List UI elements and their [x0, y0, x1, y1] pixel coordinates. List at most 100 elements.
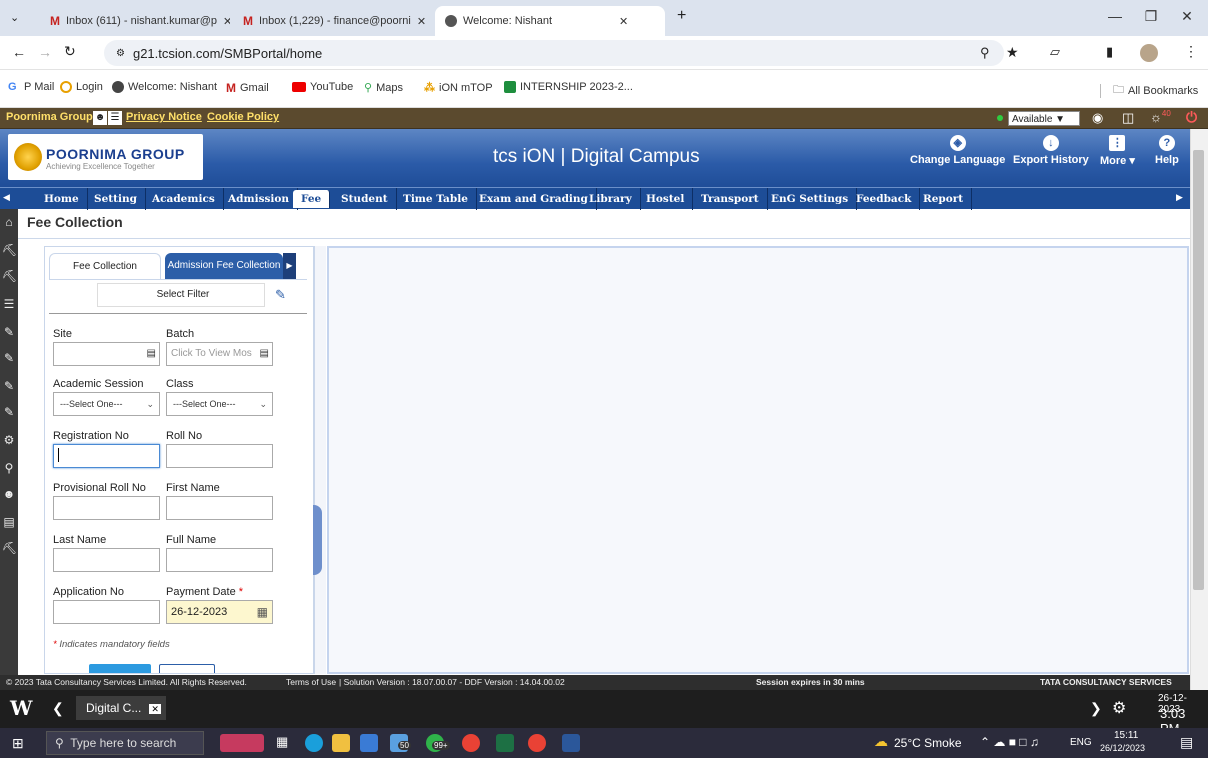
- restore-icon[interactable]: ❐: [1136, 8, 1166, 25]
- windows-start-icon[interactable]: ⊞: [12, 735, 24, 752]
- task-view-icon[interactable]: ▦: [276, 734, 288, 750]
- location-icon[interactable]: ⚲: [980, 45, 990, 61]
- site-input[interactable]: ▤: [53, 342, 160, 366]
- taskbar-search-box[interactable]: ⚲ Type here to search: [46, 731, 204, 755]
- academic-session-select[interactable]: ---Select One--- ⌄: [53, 392, 160, 416]
- roll-no-input[interactable]: [166, 444, 273, 468]
- lookup-icon[interactable]: ▤: [260, 343, 269, 365]
- provisional-roll-no-input[interactable]: [53, 496, 160, 520]
- fee-return-icon[interactable]: ⛏: [2, 269, 17, 283]
- fee-coins-icon[interactable]: ⛏: [2, 243, 17, 257]
- menu-time-table[interactable]: Time Table: [395, 188, 477, 210]
- notification-icon[interactable]: ☼40: [1150, 109, 1171, 124]
- tray-icons[interactable]: ⌃ ☁ ■ □ ♫: [980, 735, 1039, 749]
- minimize-icon[interactable]: —: [1100, 8, 1130, 24]
- collapse-handle[interactable]: [313, 505, 322, 575]
- address-bar[interactable]: ⚙ g21.tcsion.com/SMBPortal/home: [104, 40, 1004, 66]
- sidepanel-icon[interactable]: ▮: [1106, 44, 1113, 60]
- menu-student[interactable]: Student: [333, 188, 397, 210]
- batch-input[interactable]: Click To View Mos ▤: [166, 342, 273, 366]
- list-icon[interactable]: ☰: [108, 111, 122, 125]
- user-icon[interactable]: ☻: [93, 111, 107, 125]
- menu-hostel[interactable]: Hostel: [638, 188, 694, 210]
- menu-feedback[interactable]: Feedback: [848, 188, 921, 210]
- institution-logo[interactable]: POORNIMA GROUP Achieving Excellence Toge…: [8, 134, 203, 180]
- weather-text[interactable]: 25°C Smoke: [894, 736, 962, 750]
- fee-edit-icon[interactable]: ✎: [2, 325, 16, 339]
- bookmark-gmail[interactable]: M Gmail: [226, 81, 269, 95]
- menu-admission[interactable]: Admission: [220, 188, 299, 210]
- first-name-input[interactable]: [166, 496, 273, 520]
- close-icon[interactable]: ✕: [149, 704, 161, 714]
- bookmark-pmail[interactable]: G P Mail: [8, 81, 54, 93]
- registration-no-input[interactable]: [53, 444, 160, 468]
- file-explorer-icon[interactable]: [332, 734, 350, 752]
- edit-filter-icon[interactable]: ✎: [275, 287, 286, 303]
- panel-splitter[interactable]: [314, 246, 326, 674]
- fee-gear-icon[interactable]: ⚙: [2, 433, 16, 447]
- reload-icon[interactable]: ↻: [64, 43, 76, 60]
- browser-tab-inbox-2[interactable]: M Inbox (1,229) - finance@poorni ✕: [233, 6, 429, 36]
- clock-time[interactable]: 15:11: [1114, 730, 1138, 741]
- terms-link[interactable]: Terms of Use: [286, 675, 336, 690]
- menu-exam-and-grading[interactable]: Exam and Grading: [471, 188, 597, 210]
- notification-center-icon[interactable]: ▤: [1180, 734, 1193, 751]
- tab-admission-fee-collection[interactable]: Admission Fee Collection: [165, 253, 283, 279]
- fee-stack-icon[interactable]: ☰: [2, 297, 16, 311]
- class-select[interactable]: ---Select One--- ⌄: [166, 392, 273, 416]
- close-icon[interactable]: ✕: [619, 15, 628, 28]
- screen-icon[interactable]: ◫: [1122, 110, 1134, 126]
- edge-icon[interactable]: [305, 734, 323, 752]
- window-tab-digital-campus[interactable]: Digital C... ✕: [76, 696, 166, 720]
- close-icon[interactable]: ✕: [223, 15, 230, 28]
- menu-report[interactable]: Report: [915, 188, 973, 210]
- application-no-input[interactable]: [53, 600, 160, 624]
- calendar-icon[interactable]: ▦: [257, 601, 268, 623]
- back-icon[interactable]: ←: [12, 44, 26, 60]
- bookmark-youtube[interactable]: YouTube: [292, 81, 353, 93]
- language-indicator[interactable]: ENG: [1070, 737, 1092, 748]
- bookmark-maps[interactable]: ⚲ Maps: [364, 81, 403, 95]
- chrome-icon-2[interactable]: [528, 734, 546, 752]
- word-icon[interactable]: [562, 734, 580, 752]
- tab-fee-collection[interactable]: Fee Collection: [49, 253, 161, 279]
- close-icon[interactable]: ✕: [417, 15, 426, 28]
- menu-setting[interactable]: Setting: [86, 188, 146, 210]
- full-name-input[interactable]: [166, 548, 273, 572]
- search-button[interactable]: [89, 664, 151, 673]
- chrome-icon[interactable]: [462, 734, 480, 752]
- store-icon[interactable]: [360, 734, 378, 752]
- reset-button[interactable]: [159, 664, 215, 673]
- home-icon[interactable]: ⌂: [2, 215, 16, 229]
- tab-scroll-right-icon[interactable]: ▶: [283, 253, 296, 279]
- help-button[interactable]: ? Help: [1155, 135, 1179, 166]
- menu-home[interactable]: Home: [36, 188, 88, 210]
- payment-date-input[interactable]: 26-12-2023 ▦: [166, 600, 273, 624]
- new-tab-icon[interactable]: +: [677, 7, 686, 25]
- cookie-policy-link[interactable]: Cookie Policy: [207, 111, 279, 123]
- menu-academics[interactable]: Academics: [144, 188, 224, 210]
- change-language-button[interactable]: ◈ Change Language: [910, 135, 1005, 166]
- bookmark-login[interactable]: Login: [60, 81, 103, 93]
- extensions-icon[interactable]: ▱: [1050, 44, 1060, 60]
- all-bookmarks[interactable]: 🗀 All Bookmarks: [1100, 81, 1198, 100]
- camera-icon[interactable]: ◉: [1092, 110, 1103, 126]
- window-close-icon[interactable]: ✕: [1172, 8, 1202, 25]
- bookmark-welcome[interactable]: Welcome: Nishant: [112, 81, 217, 93]
- scrollbar-thumb[interactable]: [1193, 150, 1204, 590]
- menu-eng-settings[interactable]: EnG Settings: [763, 188, 858, 210]
- tab-list-icon[interactable]: ⌄: [10, 11, 19, 24]
- site-settings-icon[interactable]: ⚙: [116, 48, 125, 59]
- w-app-icon[interactable]: W: [10, 696, 32, 720]
- user-check-icon[interactable]: ⚲: [2, 461, 16, 475]
- lookup-icon[interactable]: ▤: [147, 343, 156, 365]
- menu-scroll-left-icon[interactable]: ◀: [3, 192, 10, 203]
- fee-edit-icon-2[interactable]: ✎: [2, 351, 16, 365]
- fee-edit-icon-4[interactable]: ✎: [2, 405, 16, 419]
- weather-icon[interactable]: ☁: [874, 733, 888, 750]
- bookmark-star-icon[interactable]: ★: [1006, 44, 1019, 61]
- excel-icon[interactable]: [496, 734, 514, 752]
- menu-library[interactable]: Library: [581, 188, 641, 210]
- coins-icon[interactable]: ⛏: [2, 541, 17, 555]
- browser-tab-inbox-1[interactable]: M Inbox (611) - nishant.kumar@p ✕: [40, 6, 230, 36]
